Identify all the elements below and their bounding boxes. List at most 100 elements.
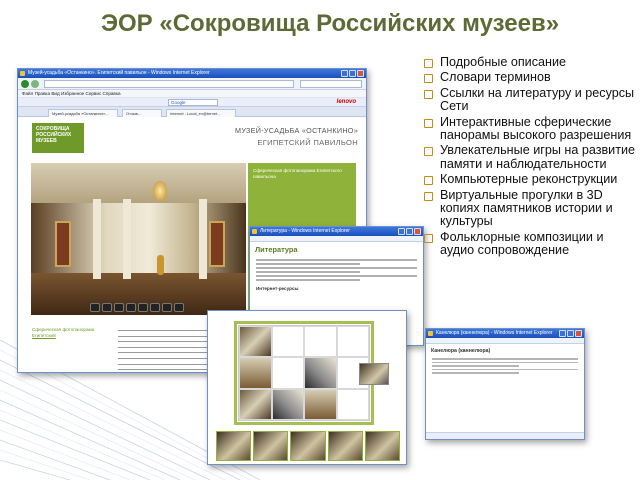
slide-title: ЭОР «Сокровища Российских музеев»	[100, 10, 560, 37]
browser-icon	[252, 229, 257, 234]
puzzle-piece	[239, 357, 272, 389]
browser-icon	[428, 331, 433, 336]
feature-item: Интерактивные сферические панорамы высок…	[424, 114, 636, 143]
text-line	[256, 279, 360, 281]
panorama-column	[123, 199, 131, 279]
zoom-out-icon	[150, 303, 160, 312]
museum-name: МУЗЕЙ-УСАДЬБА «ОСТАНКИНО»	[235, 126, 358, 135]
feature-text: Увлекательные игры на развитие памяти и …	[440, 143, 636, 171]
feature-item: Словари терминов	[424, 71, 636, 84]
pan-down-icon	[126, 303, 136, 312]
toolbar-brand-logo: lenovo	[336, 99, 356, 105]
close-icon	[575, 330, 582, 337]
glossary-window-title: Канелюра (каннелюра) - Windows Internet …	[436, 330, 553, 336]
pan-up-icon	[114, 303, 124, 312]
puzzle-piece	[271, 388, 304, 420]
bullet-square-icon	[424, 147, 433, 157]
url-field	[44, 80, 294, 88]
panorama-ceiling	[31, 163, 246, 203]
puzzle-slot	[304, 326, 337, 358]
status-bar	[426, 432, 584, 439]
puzzle-slot	[271, 357, 304, 389]
browser-tabs: Музей-усадьба «Останкино»... Отзыв... In…	[18, 107, 366, 117]
panorama-column	[93, 199, 101, 279]
panorama-door	[55, 221, 71, 267]
text-line	[432, 358, 578, 360]
feature-text: Виртуальные прогулки в 3D копиях памятни…	[440, 187, 613, 229]
feature-text: Ссылки на литературу и ресурсы Сети	[440, 85, 635, 114]
feature-text: Интерактивные сферические панорамы высок…	[440, 114, 632, 143]
main-window-titlebar: Музей-усадьба «Останкино». Египетский па…	[18, 69, 366, 78]
puzzle-piece	[239, 388, 272, 420]
puzzle-slot	[336, 326, 369, 358]
caption-link: Египетский	[32, 333, 56, 338]
text-line	[256, 267, 417, 269]
feature-item: Увлекательные игры на развитие памяти и …	[424, 144, 636, 171]
tray-piece	[253, 431, 289, 461]
puzzle-slot	[271, 326, 304, 358]
feature-item: Подробные описание	[424, 55, 636, 69]
glossary-term: Канелюра (каннелюра)	[431, 348, 491, 354]
browser-icon	[20, 71, 25, 76]
close-icon	[414, 228, 421, 235]
browser-menubar: Файл Правка Вид Избранное Сервис Справка	[18, 90, 366, 98]
glossary-titlebar: Канелюра (каннелюра) - Windows Internet …	[426, 329, 584, 338]
feature-item: Фольклорные композиции и аудио сопровожд…	[424, 229, 636, 258]
text-line	[256, 275, 417, 277]
bullet-square-icon	[424, 74, 433, 84]
green-panel-text: Сферическая фотопанорама Египетского пав…	[253, 168, 342, 179]
feature-text: Словари терминов	[440, 70, 551, 85]
feature-list: Подробные описание Словари терминов Ссыл…	[424, 55, 636, 260]
browser-search-field	[300, 80, 362, 88]
text-line	[256, 271, 360, 273]
window-controls	[398, 228, 421, 235]
minimize-icon	[341, 70, 348, 77]
glossary-window: Канелюра (каннелюра) - Windows Internet …	[425, 328, 585, 440]
panorama-controls	[90, 303, 184, 312]
literature-heading: Литература	[255, 245, 298, 254]
puzzle-slot	[336, 388, 369, 420]
address-bar	[18, 78, 366, 90]
puzzle-game-window	[207, 310, 407, 465]
site-logo: СОКРОВИЩА РОССИЙСКИХ МУЗЕЕВ	[32, 123, 84, 153]
minimize-icon	[398, 228, 405, 235]
maximize-icon	[349, 70, 356, 77]
tray-piece	[216, 431, 252, 461]
spherical-panorama-viewer	[31, 163, 246, 315]
text-line	[256, 263, 360, 265]
window-controls	[341, 70, 364, 77]
literature-window-title: Литература - Windows Internet Explorer	[260, 228, 350, 234]
autoplay-icon	[162, 303, 172, 312]
browser-toolbar: Google lenovo	[18, 98, 366, 107]
tray-piece	[327, 431, 363, 461]
forward-icon	[31, 80, 39, 88]
pan-left-icon	[90, 303, 100, 312]
feature-text: Подробные описание	[440, 55, 567, 69]
maximize-icon	[406, 228, 413, 235]
puzzle-board	[238, 325, 370, 421]
text-line	[432, 368, 578, 371]
lower-left-caption: Сферическая фотопанорама Египетский	[32, 327, 112, 339]
text-line	[256, 259, 417, 261]
google-search-box: Google	[168, 99, 218, 106]
panorama-column	[199, 199, 207, 279]
tray-piece	[364, 431, 401, 461]
feature-text: Фольклорные композиции и аудио сопровожд…	[440, 229, 604, 258]
bullet-square-icon	[424, 59, 433, 68]
tray-piece	[290, 431, 326, 461]
back-icon	[21, 80, 29, 88]
browser-tab: Отзыв...	[122, 109, 162, 117]
close-icon	[357, 70, 364, 77]
bullet-square-icon	[424, 233, 433, 243]
feature-item: Компьютерные реконструкции	[424, 173, 636, 186]
literature-titlebar: Литература - Windows Internet Explorer	[250, 227, 423, 236]
chandelier	[153, 181, 167, 201]
pan-right-icon	[102, 303, 112, 312]
bullet-square-icon	[424, 191, 433, 201]
browser-tab: Музей-усадьба «Останкино»...	[48, 109, 118, 117]
feature-text: Компьютерные реконструкции	[440, 172, 618, 187]
puzzle-piece	[304, 357, 337, 389]
text-line	[432, 361, 578, 364]
fullscreen-icon	[174, 303, 184, 312]
logo-line: МУЗЕЕВ	[36, 138, 57, 144]
